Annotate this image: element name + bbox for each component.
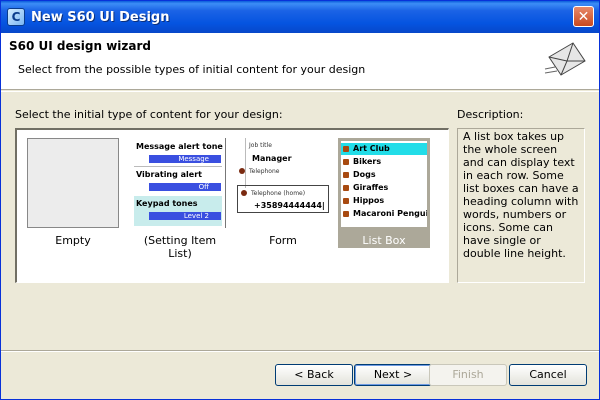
list-box-row: Hippos	[341, 195, 427, 207]
setting-item-list-preview: Message alert tone Message Vibrating ale…	[134, 138, 226, 228]
list-box-row-text: Art Club	[353, 144, 390, 153]
list-item-icon	[343, 172, 349, 178]
setting-row-value: Message	[149, 155, 221, 163]
list-box-row-text: Dogs	[353, 170, 376, 179]
option-caption: (Setting Item List)	[143, 234, 217, 260]
phone-icon	[239, 168, 245, 174]
form-margin-line	[245, 138, 246, 188]
setting-row-value: Off	[149, 183, 221, 191]
form-field-value: Manager	[252, 154, 292, 163]
description-box: A list box takes up the whole screen and…	[457, 128, 585, 283]
wizard-header: S60 UI design wizard Select from the pos…	[1, 33, 599, 90]
list-box-row-text: Bikers	[353, 157, 382, 166]
window-title: New S60 UI Design	[31, 9, 170, 25]
list-box-row: Giraffes	[341, 182, 427, 194]
list-item-icon	[343, 185, 349, 191]
back-button[interactable]: < Back	[275, 364, 353, 386]
wizard-window: C New S60 UI Design ✕ S60 UI design wiza…	[0, 0, 600, 400]
list-box-row-text: Giraffes	[353, 183, 389, 192]
list-box-row: Bikers	[341, 156, 427, 168]
option-caption: List Box	[362, 234, 406, 247]
list-item-icon	[343, 198, 349, 204]
option-caption: Form	[269, 234, 297, 247]
list-box-row-text: Macaroni Penguine..	[353, 209, 427, 218]
wizard-envelope-icon	[544, 42, 586, 76]
setting-row-label: Vibrating alert	[136, 170, 202, 179]
content-type-prompt: Select the initial type of content for y…	[15, 108, 283, 121]
empty-preview	[27, 138, 119, 228]
list-item-icon	[343, 146, 349, 152]
form-field-label: Telephone (home)	[251, 190, 306, 197]
close-icon: ✕	[577, 8, 590, 25]
list-box-row-text: Hippos	[353, 196, 385, 205]
option-caption: Empty	[55, 234, 91, 247]
list-box-row: Art Club	[341, 143, 427, 155]
content-option-setting-item-list[interactable]: Message alert tone Message Vibrating ale…	[134, 138, 226, 260]
form-field-label: Telephone	[249, 168, 280, 175]
form-field-value: +35894444444|	[254, 201, 325, 210]
header-separator	[1, 91, 599, 92]
setting-row-value: Level 2	[149, 212, 221, 220]
setting-divider	[134, 166, 222, 167]
content-option-form[interactable]: Job title Manager Telephone Telephone (h…	[237, 138, 329, 248]
list-box-row: Macaroni Penguine..	[341, 208, 427, 220]
list-item-icon	[343, 159, 349, 165]
form-field-label: Job title	[249, 142, 272, 149]
description-label: Description:	[457, 108, 524, 121]
content-option-empty[interactable]: Empty	[27, 138, 119, 248]
list-box-preview: Art Club Bikers Dogs Giraffes Hippos Mac…	[341, 141, 427, 227]
next-button[interactable]: Next >	[354, 364, 432, 386]
close-button[interactable]: ✕	[573, 6, 594, 27]
title-bar[interactable]: C New S60 UI Design ✕	[1, 1, 599, 33]
content-type-list[interactable]: Empty Message alert tone Message Vibrati…	[15, 128, 449, 283]
setting-row-label: Keypad tones	[136, 199, 198, 208]
finish-button[interactable]: Finish	[429, 364, 507, 386]
phone-icon	[241, 190, 247, 196]
wizard-description: Select from the possible types of initia…	[18, 63, 366, 76]
footer-separator-highlight	[1, 351, 599, 352]
app-icon-glyph: C	[11, 10, 21, 24]
app-icon: C	[7, 8, 25, 26]
form-preview: Job title Manager Telephone Telephone (h…	[237, 138, 329, 228]
content-option-list-box[interactable]: Art Club Bikers Dogs Giraffes Hippos Mac…	[338, 138, 430, 248]
setting-row-label: Message alert tone	[136, 142, 223, 151]
cancel-button[interactable]: Cancel	[509, 364, 587, 386]
list-item-icon	[343, 211, 349, 217]
list-box-row: Dogs	[341, 169, 427, 181]
wizard-title: S60 UI design wizard	[9, 39, 151, 53]
